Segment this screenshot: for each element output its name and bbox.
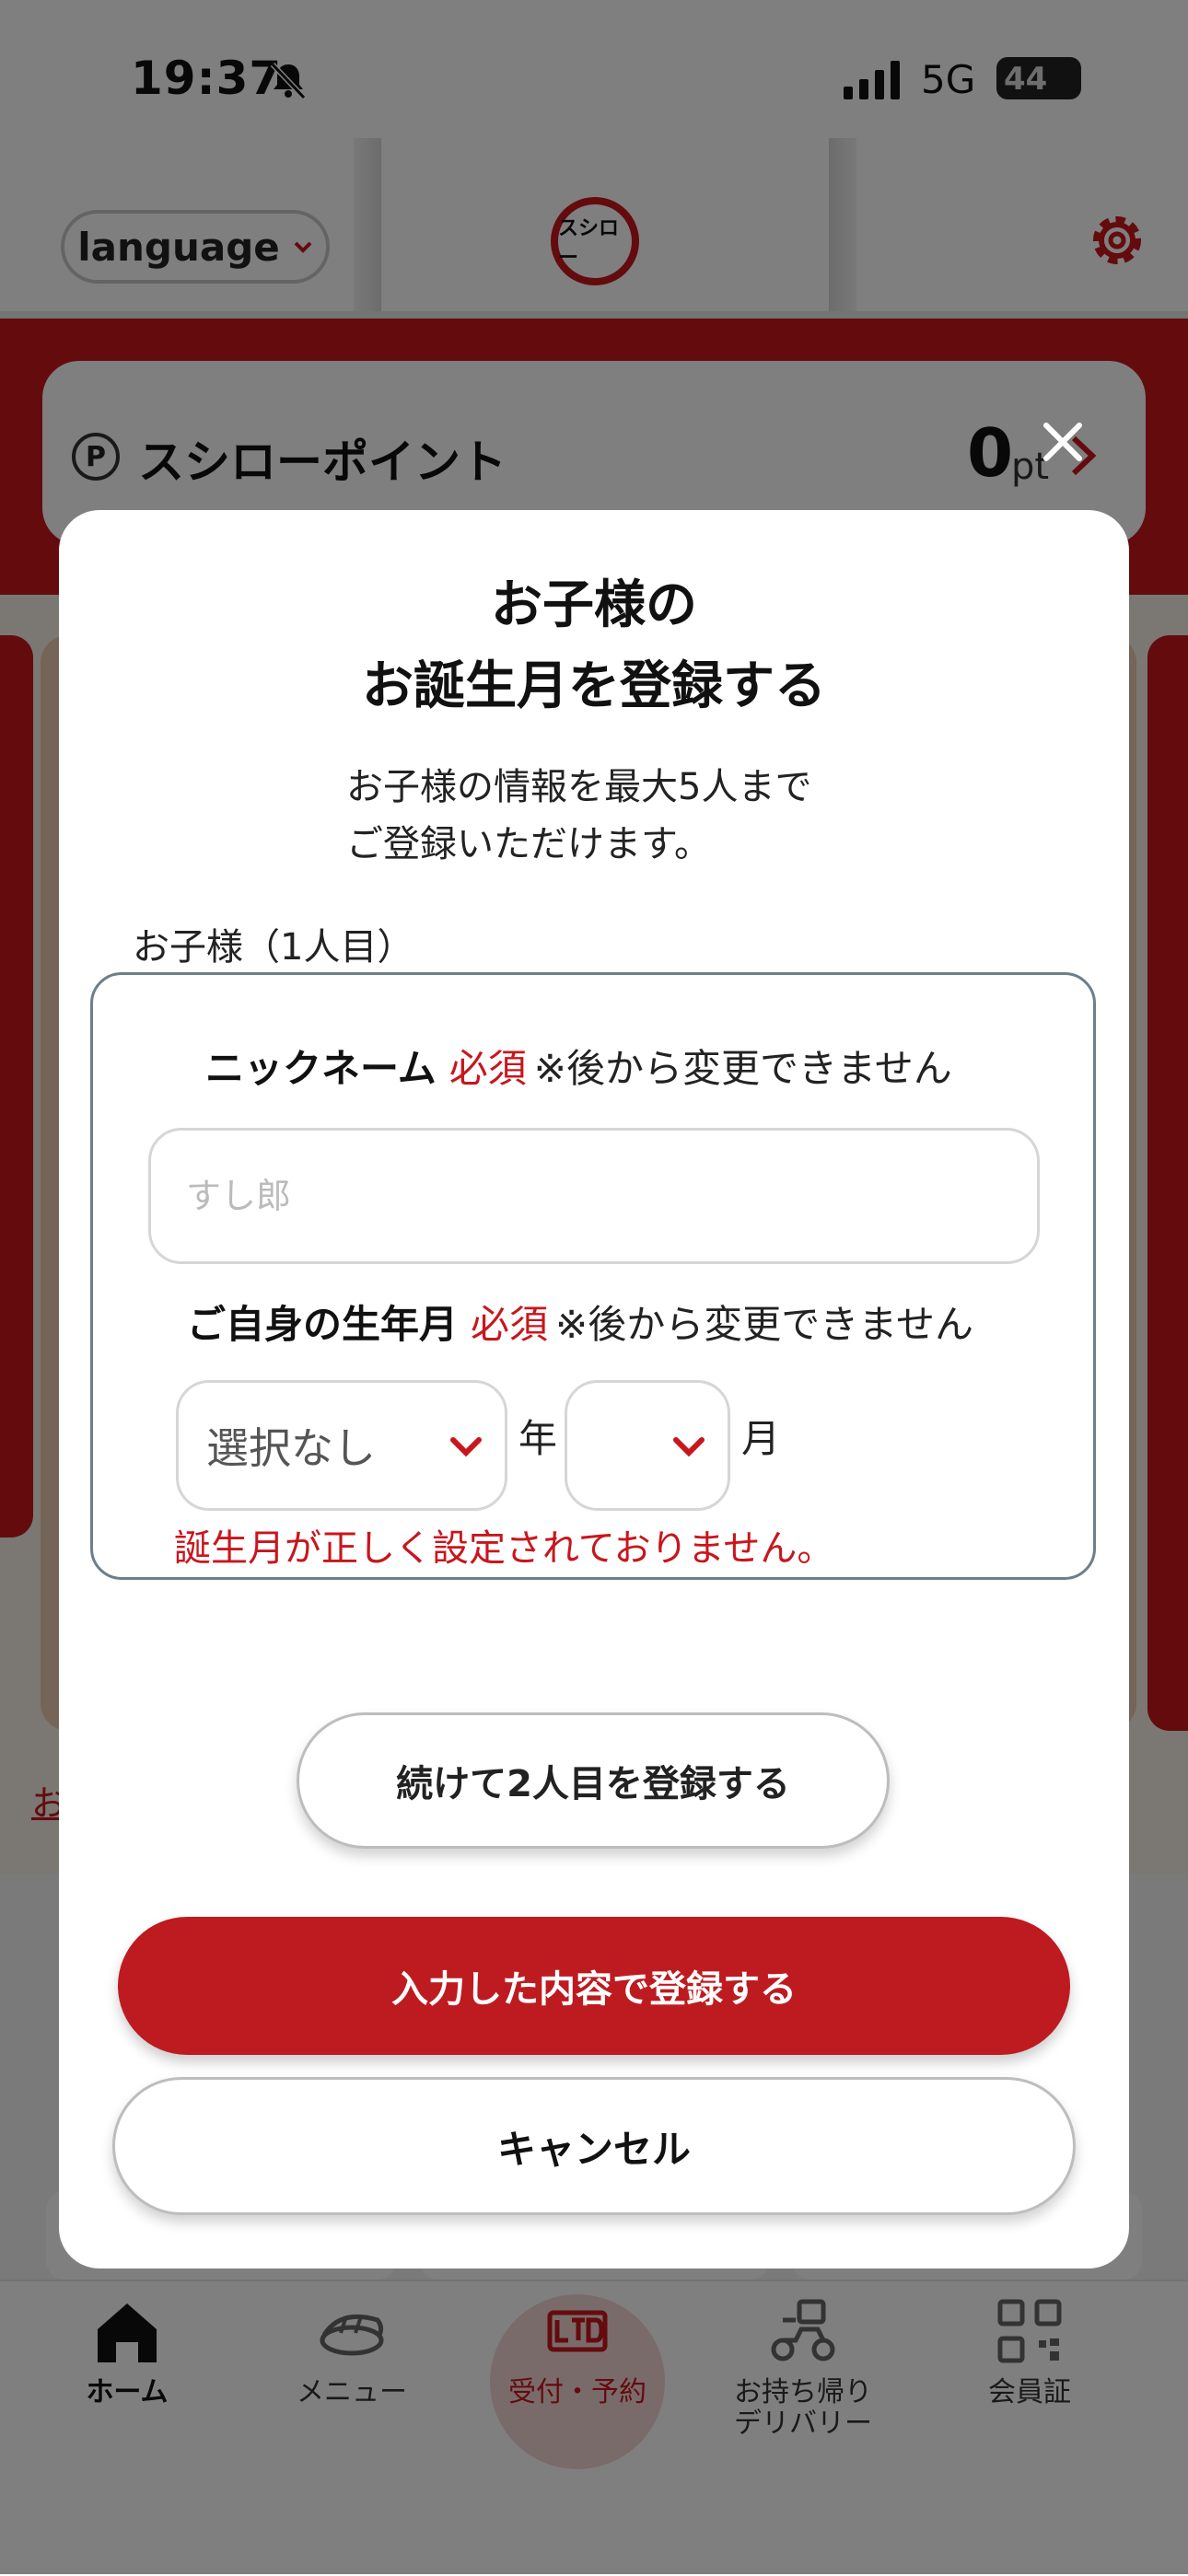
close-icon <box>1043 423 1082 461</box>
child-section-label: お子様（1人目） <box>133 926 414 969</box>
year-unit-label: 年 <box>518 1416 558 1461</box>
nickname-label: ニックネーム <box>205 1046 437 1091</box>
child-form-card: ニックネーム必須※後から変更できません ご自身の生年月必須※後から変更できません… <box>90 972 1096 1580</box>
chevron-down-icon <box>673 1437 705 1457</box>
close-button[interactable] <box>1035 414 1090 470</box>
birth-year-value: 選択なし <box>206 1423 376 1473</box>
birth-error-message: 誕生月が正しく設定されておりません。 <box>174 1527 834 1570</box>
nickname-note: ※後から変更できません <box>533 1046 952 1091</box>
chevron-down-icon <box>450 1437 482 1457</box>
dialog-title: お子様の お誕生月を登録する <box>59 565 1129 727</box>
birth-required-badge: 必須 <box>471 1302 549 1347</box>
dialog-description: お子様の情報を最大5人まで ご登録いただけます。 <box>346 759 917 873</box>
dialog-title-line1: お子様の <box>491 575 697 635</box>
birth-label-row: ご自身の生年月 必須 ※後から変更できません <box>187 1294 973 1350</box>
month-unit-label: 月 <box>741 1416 781 1461</box>
dialog-title-line2: お誕生月を登録する <box>362 656 826 716</box>
nickname-label-row: ニックネーム 必須 ※後から変更できません <box>205 1038 952 1094</box>
birth-year-select[interactable]: 選択なし <box>176 1380 507 1511</box>
dialog-description-line1: お子様の情報を最大5人まで <box>346 766 812 808</box>
birth-note: ※後から変更できません <box>555 1302 973 1347</box>
cancel-button[interactable]: キャンセル <box>112 2077 1076 2215</box>
birth-label: ご自身の生年月 <box>187 1302 459 1347</box>
nickname-input[interactable] <box>148 1128 1040 1264</box>
birth-month-dialog: お子様の お誕生月を登録する お子様の情報を最大5人まで ご登録いただけます。 … <box>59 510 1129 2269</box>
birth-month-select[interactable] <box>565 1380 730 1511</box>
nickname-required-badge: 必須 <box>448 1046 527 1091</box>
dialog-description-line2: ご登録いただけます。 <box>346 823 711 865</box>
add-next-child-button[interactable]: 続けて2人目を登録する <box>297 1712 890 1849</box>
submit-button[interactable]: 入力した内容で登録する <box>118 1917 1070 2055</box>
